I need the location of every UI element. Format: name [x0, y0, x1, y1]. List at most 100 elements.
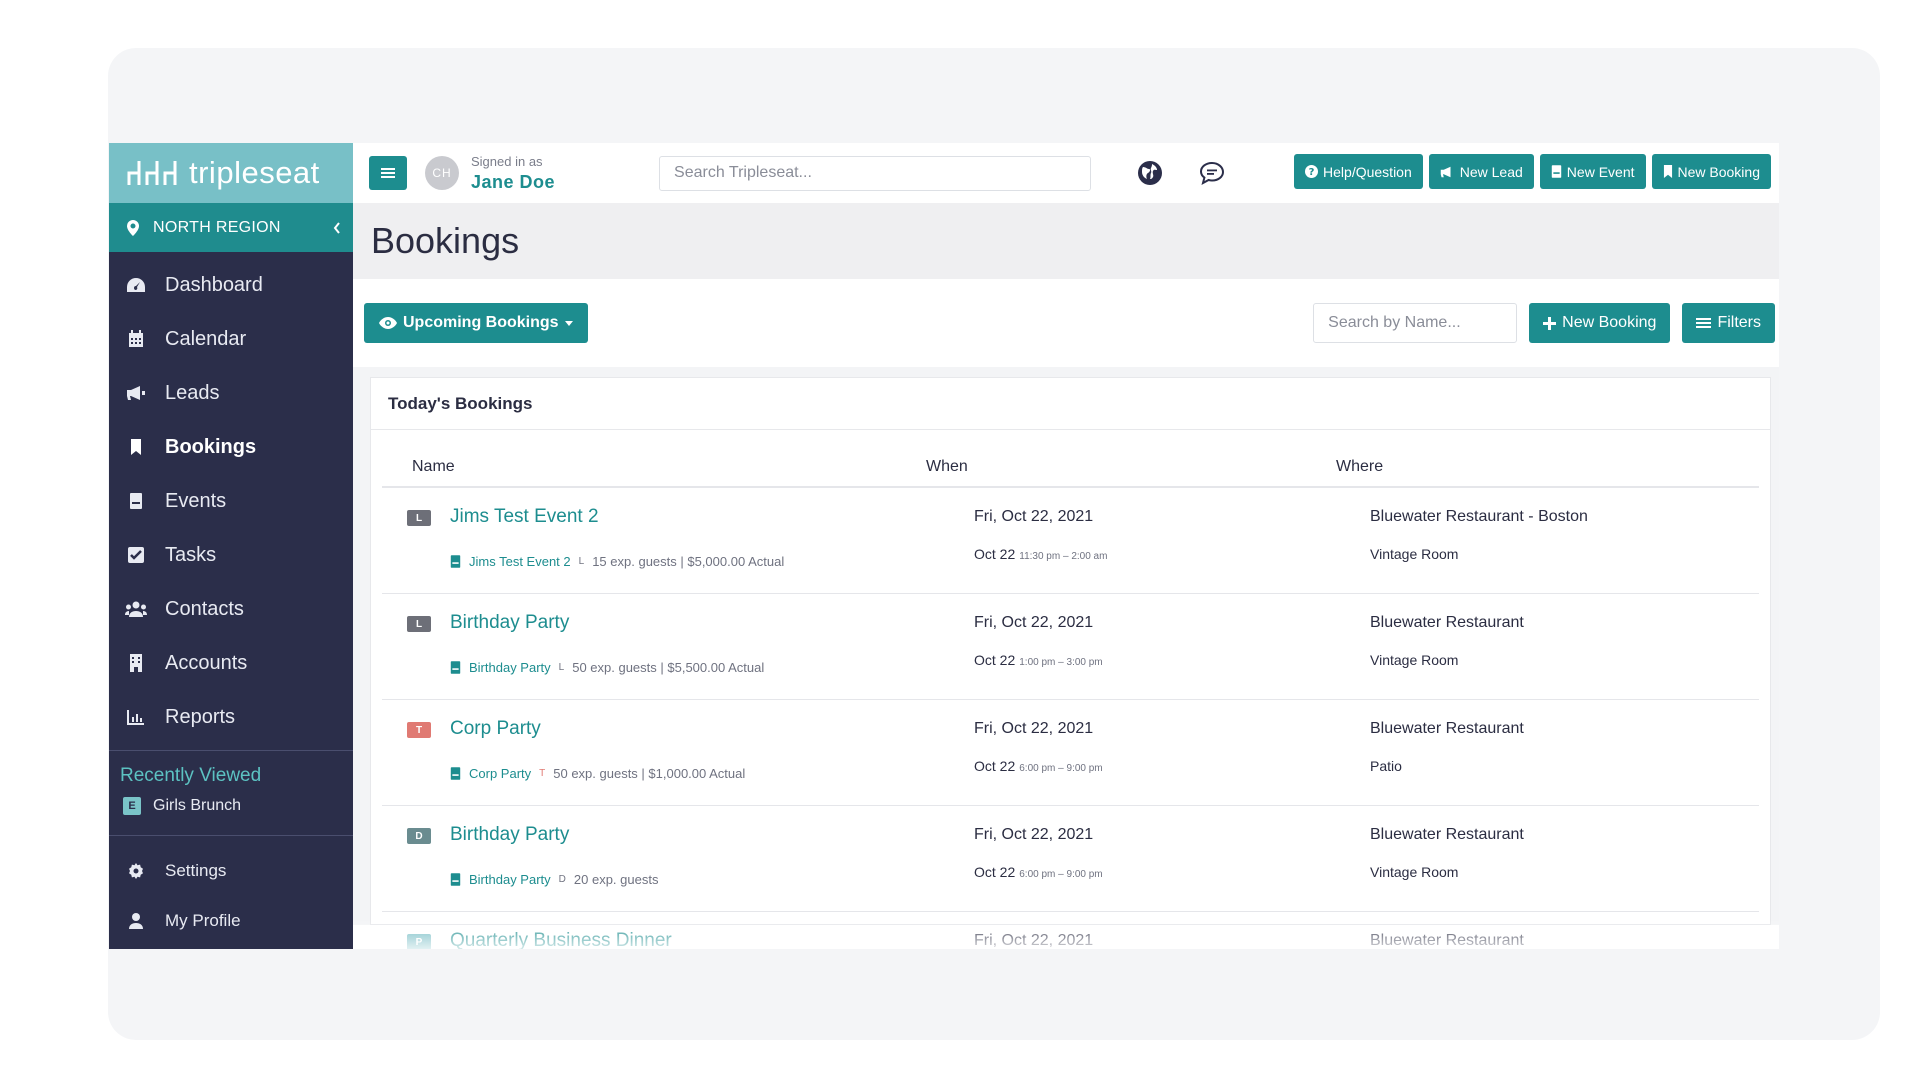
event-link[interactable]: Corp Party	[469, 766, 531, 781]
new-booking-top-button[interactable]: New Booking	[1651, 154, 1771, 189]
recently-viewed-title: Recently Viewed	[120, 765, 262, 786]
chevron-left-icon[interactable]	[333, 221, 341, 234]
filters-button[interactable]: Filters	[1682, 303, 1775, 343]
table-row: T Corp Party Corp Party T 50 exp. guests…	[382, 700, 1759, 806]
search-by-name-placeholder: Search by Name...	[1328, 314, 1461, 331]
status-badge: L	[407, 616, 431, 632]
sidebar-item-label: Reports	[165, 705, 236, 728]
sidebar-item-reports[interactable]: Reports	[109, 690, 353, 744]
booking-detail: Birthday Party D 20 exp. guests	[450, 872, 658, 887]
search-by-name-input[interactable]: Search by Name...	[1313, 303, 1518, 343]
column-header-when[interactable]: When	[926, 458, 1336, 476]
booking-time-range: 6:00 pm – 9:00 pm	[1019, 869, 1103, 880]
logo-text: tripleseat	[189, 155, 320, 190]
sidebar-item-label: Settings	[165, 861, 227, 880]
todays-bookings-panel: Today's Bookings Name When Where L Jims …	[370, 377, 1771, 949]
region-selector[interactable]: NORTH REGION	[109, 203, 353, 252]
booking-time: Oct 22 6:00 pm – 9:00 pm	[974, 758, 1103, 774]
new-lead-button[interactable]: New Lead	[1428, 154, 1534, 189]
global-search-input[interactable]: Search Tripleseat...	[659, 155, 1092, 191]
booking-name-link[interactable]: Corp Party	[450, 718, 541, 740]
top-actions: ? Help/Question New Lead New Event New B…	[1294, 154, 1771, 189]
booking-day: Fri, Oct 22, 2021	[974, 614, 1094, 631]
user-name[interactable]: Jane Doe	[471, 173, 555, 191]
booking-time-range: 6:00 pm – 9:00 pm	[1019, 763, 1103, 774]
booking-date: Oct 22	[974, 864, 1016, 880]
document-icon	[450, 873, 461, 886]
sidebar-item-events[interactable]: Events	[109, 474, 353, 528]
event-link[interactable]: Birthday Party	[469, 660, 551, 675]
sidebar-item-label: My Profile	[165, 911, 241, 930]
booking-detail: Corp Party T 50 exp. guests | $1,000.00 …	[450, 766, 745, 781]
sidebar-item-label: Bookings	[165, 435, 257, 458]
signed-in-label: Signed in as	[471, 154, 543, 169]
sidebar-item-label: Dashboard	[165, 273, 263, 296]
table-row: L Jims Test Event 2 Jims Test Event 2 L …	[382, 488, 1759, 594]
upcoming-bookings-dropdown[interactable]: Upcoming Bookings	[364, 303, 588, 343]
sidebar-item-contacts[interactable]: Contacts	[109, 582, 353, 636]
region-label: NORTH REGION	[153, 218, 281, 236]
sidebar-item-tasks[interactable]: Tasks	[109, 528, 353, 582]
megaphone-icon	[1440, 166, 1451, 177]
booking-detail: Birthday Party L 50 exp. guests | $5,500…	[450, 660, 764, 675]
status-badge: T	[407, 722, 431, 738]
globe-icon[interactable]	[1137, 160, 1163, 186]
booking-date: Oct 22	[974, 546, 1016, 562]
sidebar-item-accounts[interactable]: Accounts	[109, 636, 353, 690]
sidebar-item-calendar[interactable]: Calendar	[109, 312, 353, 366]
new-booking-label: New Booking	[1562, 314, 1657, 331]
sidebar-item-label: Accounts	[165, 651, 248, 674]
booking-name-link[interactable]: Jims Test Event 2	[450, 506, 599, 528]
new-booking-button[interactable]: New Booking	[1529, 303, 1671, 343]
sidebar-item-settings[interactable]: Settings	[109, 846, 353, 896]
bookings-table: Name When Where L Jims Test Event 2 Jims…	[371, 430, 1770, 949]
sidebar-item-label: Tasks	[165, 543, 217, 566]
sidebar-item-label: Contacts	[165, 597, 244, 620]
booking-room: Vintage Room	[1370, 864, 1459, 880]
booking-name-link[interactable]: Birthday Party	[450, 824, 569, 846]
panel-wrapper: Today's Bookings Name When Where L Jims …	[353, 367, 1779, 949]
booking-date: Oct 22	[974, 652, 1016, 668]
calendar-icon	[125, 328, 147, 350]
logo[interactable]: tripleseat	[109, 143, 353, 203]
sidebar-item-dashboard[interactable]: Dashboard	[109, 258, 353, 312]
booking-day: Fri, Oct 22, 2021	[974, 720, 1094, 737]
sidebar-item-my-profile[interactable]: My Profile	[109, 896, 353, 946]
table-header: Name When Where	[382, 430, 1759, 488]
booking-name-link[interactable]: Birthday Party	[450, 612, 569, 634]
hamburger-icon	[381, 168, 395, 178]
document-icon	[450, 555, 461, 568]
dashboard-icon	[125, 274, 147, 296]
event-link[interactable]: Jims Test Event 2	[469, 554, 571, 569]
booking-location: Bluewater Restaurant	[1370, 932, 1524, 949]
booking-day: Fri, Oct 22, 2021	[974, 826, 1094, 843]
map-pin-icon	[127, 219, 139, 236]
eye-icon	[379, 317, 397, 329]
recent-item[interactable]: E Girls Brunch	[109, 787, 353, 829]
event-link[interactable]: Birthday Party	[469, 872, 551, 887]
tripleseat-logo-icon	[127, 161, 177, 185]
avatar[interactable]: CH	[425, 156, 459, 190]
help-question-button[interactable]: ? Help/Question	[1294, 154, 1423, 189]
sliders-icon	[1696, 318, 1712, 328]
booking-name-link[interactable]: Quarterly Business Dinner	[450, 930, 672, 949]
app-window: tripleseat NORTH REGION Dashboard Calend…	[109, 143, 1779, 949]
column-header-where[interactable]: Where	[1336, 458, 1759, 476]
sidebar-item-label: Calendar	[165, 327, 247, 350]
panel-title: Today's Bookings	[371, 378, 1770, 430]
megaphone-icon	[125, 382, 147, 404]
booking-time-range: 11:30 pm – 2:00 am	[1019, 551, 1108, 562]
sidebar-item-leads[interactable]: Leads	[109, 366, 353, 420]
table-row: P Quarterly Business Dinner Fri, Oct 22,…	[382, 912, 1759, 949]
sidebar-item-bookings[interactable]: Bookings	[109, 420, 353, 474]
new-event-button[interactable]: New Event	[1539, 154, 1646, 189]
menu-button[interactable]	[369, 156, 407, 190]
sidebar: tripleseat NORTH REGION Dashboard Calend…	[109, 143, 353, 949]
event-summary: 15 exp. guests | $5,000.00 Actual	[592, 554, 785, 569]
chat-icon[interactable]	[1199, 161, 1225, 185]
booking-day: Fri, Oct 22, 2021	[974, 508, 1094, 525]
event-summary: 20 exp. guests	[573, 872, 659, 887]
column-header-name[interactable]: Name	[382, 458, 926, 476]
event-status-letter: D	[558, 874, 566, 885]
table-row: D Birthday Party Birthday Party D 20 exp…	[382, 806, 1759, 912]
